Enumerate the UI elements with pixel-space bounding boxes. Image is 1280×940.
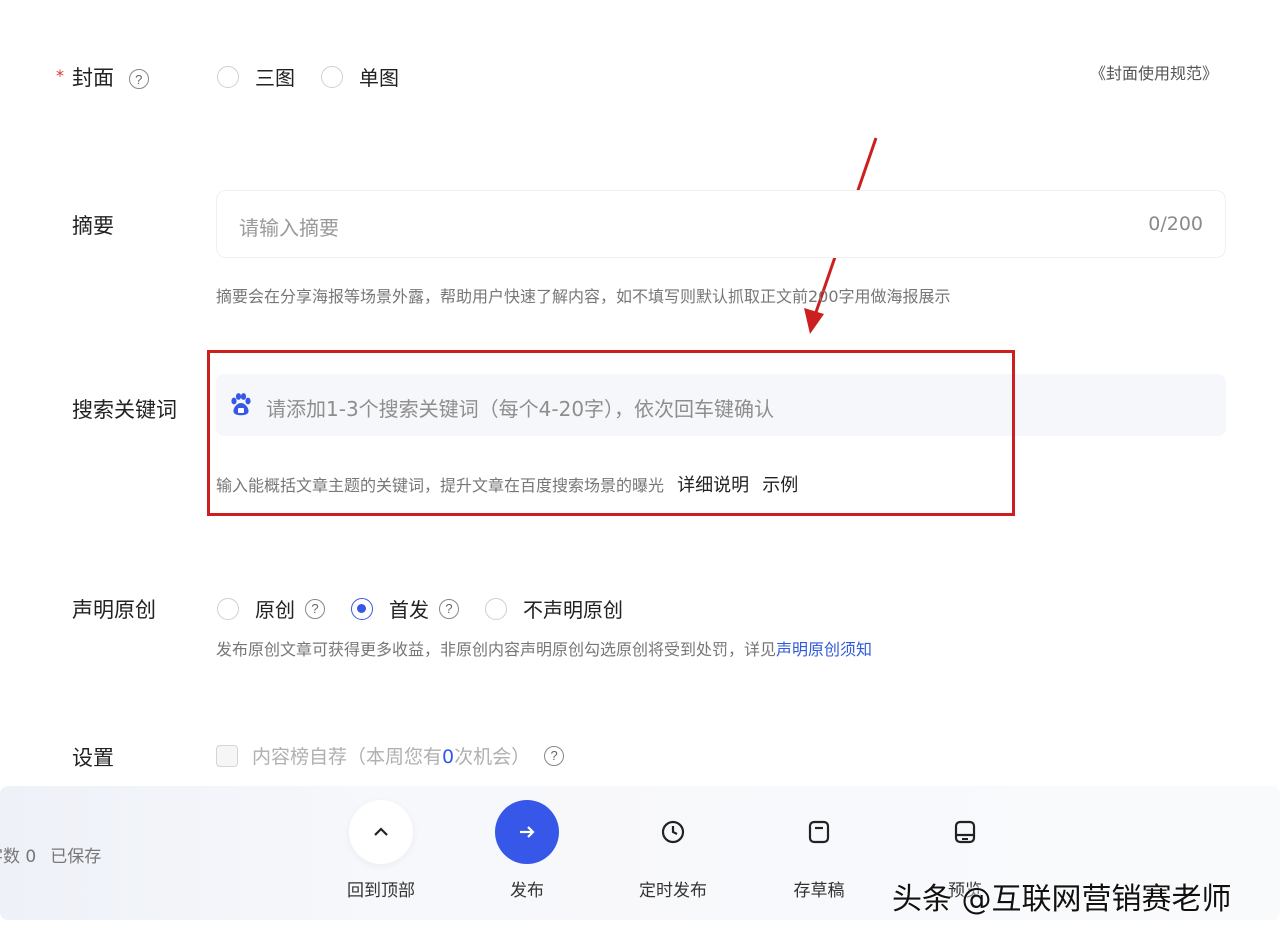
baidu-paw-icon — [231, 393, 251, 416]
keywords-detail-link[interactable]: 详细说明 — [677, 475, 749, 496]
word-count: 字数 0 — [0, 847, 37, 867]
summary-char-counter: 0/200 — [1148, 213, 1203, 235]
radio-circle[interactable] — [217, 65, 239, 88]
original-notice-link[interactable]: 声明原创须知 — [776, 640, 872, 659]
original-option-first-publish[interactable]: 首发 ? — [351, 594, 459, 623]
summary-label: 摘要 — [72, 214, 114, 238]
status-text: 字数 0 已保存 — [0, 842, 115, 867]
cover-option-three[interactable]: 三图 — [217, 62, 295, 91]
summary-hint: 摘要会在分享海报等场景外露，帮助用户快速了解内容，如不填写则默认抓取正文前200… — [216, 287, 951, 306]
summary-input[interactable]: 请输入摘要 0/200 — [216, 190, 1226, 258]
radio-circle[interactable] — [217, 597, 239, 620]
chevron-up-icon — [374, 827, 388, 836]
required-asterisk: * — [56, 66, 64, 85]
keywords-label: 搜索关键词 — [72, 398, 177, 422]
radio-circle-checked[interactable] — [351, 597, 373, 620]
recommend-checkbox[interactable] — [216, 744, 238, 767]
cover-radio-group: 三图 单图 — [217, 62, 425, 91]
original-radio-group: 原创 ? 首发 ? 不声明原创 — [217, 594, 649, 623]
cover-label: 封面 ? — [72, 62, 149, 92]
cover-option-single[interactable]: 单图 — [321, 62, 399, 91]
original-option-original[interactable]: 原创 ? — [217, 594, 325, 623]
settings-label: 设置 — [72, 746, 114, 770]
original-label: 声明原创 — [72, 598, 156, 622]
saved-status: 已保存 — [50, 847, 102, 867]
article-settings-page: * 封面 ? 三图 单图 《封面使用规范》 摘要 请输入摘要 0/200 摘要会… — [0, 0, 1280, 940]
radio-circle[interactable] — [485, 597, 507, 620]
keywords-placeholder: 请添加1-3个搜索关键词（每个4-20字），依次回车键确认 — [266, 397, 775, 421]
help-icon[interactable]: ? — [439, 598, 459, 619]
save-draft-button[interactable]: 存草稿 — [769, 800, 869, 901]
keywords-hint: 输入能概括文章主题的关键词，提升文章在百度搜索场景的曝光 详细说明 示例 — [216, 475, 799, 496]
back-to-top-button[interactable]: 回到顶部 — [331, 800, 431, 901]
original-option-none[interactable]: 不声明原创 — [485, 594, 623, 623]
help-icon[interactable]: ? — [305, 598, 325, 619]
draft-icon — [808, 820, 830, 844]
keywords-example-link[interactable]: 示例 — [762, 475, 798, 496]
recommend-checkbox-label: 内容榜自荐（本周您有0次机会） — [252, 746, 531, 768]
settings-row: 内容榜自荐（本周您有0次机会） ? — [216, 742, 565, 769]
cover-spec-link[interactable]: 《封面使用规范》 — [1090, 60, 1218, 84]
publish-button[interactable]: 发布 — [477, 800, 577, 901]
help-icon[interactable]: ? — [128, 69, 149, 89]
radio-circle[interactable] — [321, 65, 343, 88]
help-icon[interactable]: ? — [544, 745, 565, 766]
preview-icon — [954, 820, 976, 844]
original-hint: 发布原创文章可获得更多收益，非原创内容声明原创勾选原创将受到处罚，详见声明原创须… — [216, 640, 873, 659]
arrow-right-icon — [520, 826, 535, 838]
schedule-publish-button[interactable]: 定时发布 — [623, 800, 723, 901]
keywords-input[interactable]: 请添加1-3个搜索关键词（每个4-20字），依次回车键确认 — [216, 374, 1226, 436]
clock-icon — [661, 820, 685, 844]
watermark: 头条 @互联网营销赛老师 — [892, 882, 1232, 917]
summary-placeholder: 请输入摘要 — [239, 216, 339, 240]
